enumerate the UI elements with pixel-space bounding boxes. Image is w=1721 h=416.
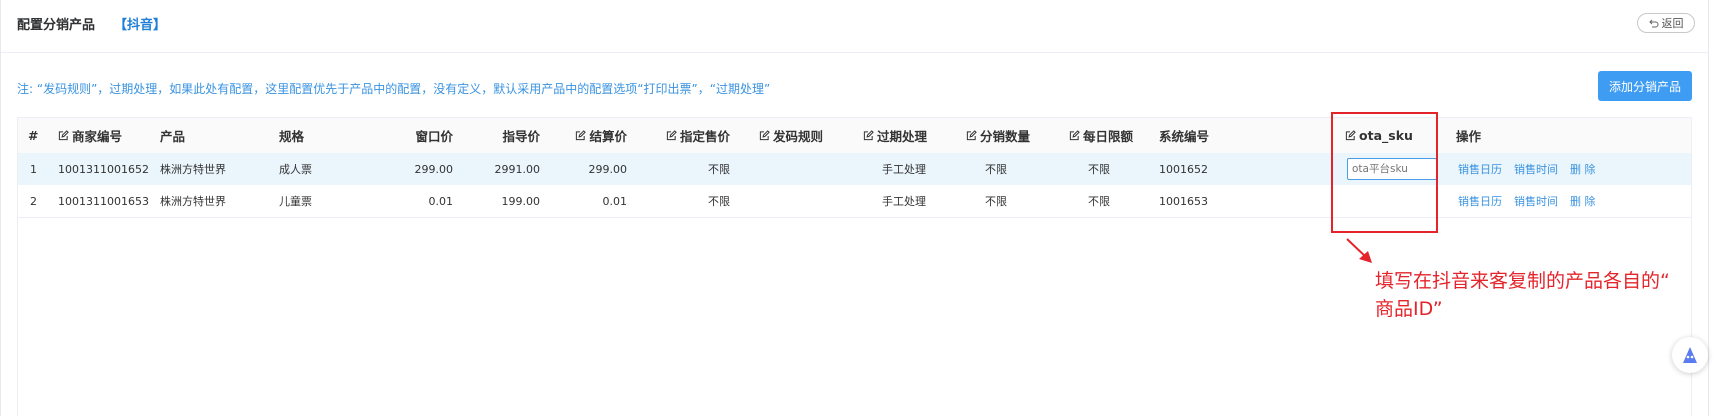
delete-link[interactable]: 删 除 (1570, 161, 1596, 177)
edit-icon (863, 130, 874, 141)
edit-icon (666, 130, 677, 141)
delete-link[interactable]: 删 除 (1570, 193, 1596, 209)
col-code-rule[interactable]: 发码规则 (759, 118, 823, 153)
add-product-button[interactable]: 添加分销产品 (1598, 71, 1692, 101)
edit-icon (966, 130, 977, 141)
col-settle-price[interactable]: 结算价 (563, 118, 627, 153)
col-dist-qty[interactable]: 分销数量 (966, 118, 1030, 153)
col-product: 产品 (160, 129, 186, 144)
col-window-price: 窗口价 (415, 129, 453, 144)
annotation-text: 填写在抖音来客复制的产品各自的“ 商品ID” (1375, 270, 1670, 320)
col-actions: 操作 (1456, 129, 1482, 144)
page-title: 配置分销产品 (17, 18, 96, 33)
table-row[interactable]: 2 1001311001653 株洲方特世界 儿童票 0.01 199.00 0… (18, 185, 1691, 218)
sales-calendar-link[interactable]: 销售日历 (1458, 193, 1502, 209)
sales-time-link[interactable]: 销售时间 (1514, 161, 1558, 177)
sales-calendar-link[interactable]: 销售日历 (1458, 161, 1502, 177)
col-index: # (28, 128, 39, 143)
assistant-button[interactable] (1672, 337, 1708, 373)
config-note: 注: “发码规则”，过期处理，如果此处有配置，这里配置优先于产品中的配置，没有定… (17, 82, 771, 96)
edit-icon (58, 130, 69, 141)
table-row[interactable]: 1 1001311001652 株洲方特世界 成人票 299.00 2991.0… (18, 153, 1691, 186)
sales-time-link[interactable]: 销售时间 (1514, 193, 1558, 209)
edit-icon (1069, 130, 1080, 141)
col-expire[interactable]: 过期处理 (863, 118, 927, 153)
panel-header: 配置分销产品 【抖音】 返回 (1, 0, 1708, 53)
edit-icon (759, 130, 770, 141)
ota-sku-highlight-box (1331, 112, 1438, 233)
config-panel: 配置分销产品 【抖音】 返回 注: “发码规则”，过期处理，如果此处有配置，这里… (0, 0, 1709, 416)
col-sale-price[interactable]: 指定售价 (658, 118, 730, 153)
col-merchant-code[interactable]: 商家编号 (58, 118, 122, 153)
table-header: # 商家编号 产品 规格 窗口价 指导价 结算价 指定售价 发码规则 过期处理 … (18, 118, 1691, 154)
col-guide-price: 指导价 (502, 129, 540, 144)
annotation-arrow (1346, 238, 1372, 263)
back-button[interactable]: 返回 (1637, 13, 1695, 33)
undo-icon (1648, 19, 1658, 28)
col-spec: 规格 (279, 129, 305, 144)
platform-label: 【抖音】 (114, 18, 167, 33)
edit-icon (576, 130, 587, 141)
assistant-icon (1683, 347, 1697, 363)
col-daily-limit[interactable]: 每日限额 (1069, 118, 1133, 153)
col-sys-code: 系统编号 (1159, 129, 1210, 144)
back-label: 返回 (1661, 17, 1684, 30)
